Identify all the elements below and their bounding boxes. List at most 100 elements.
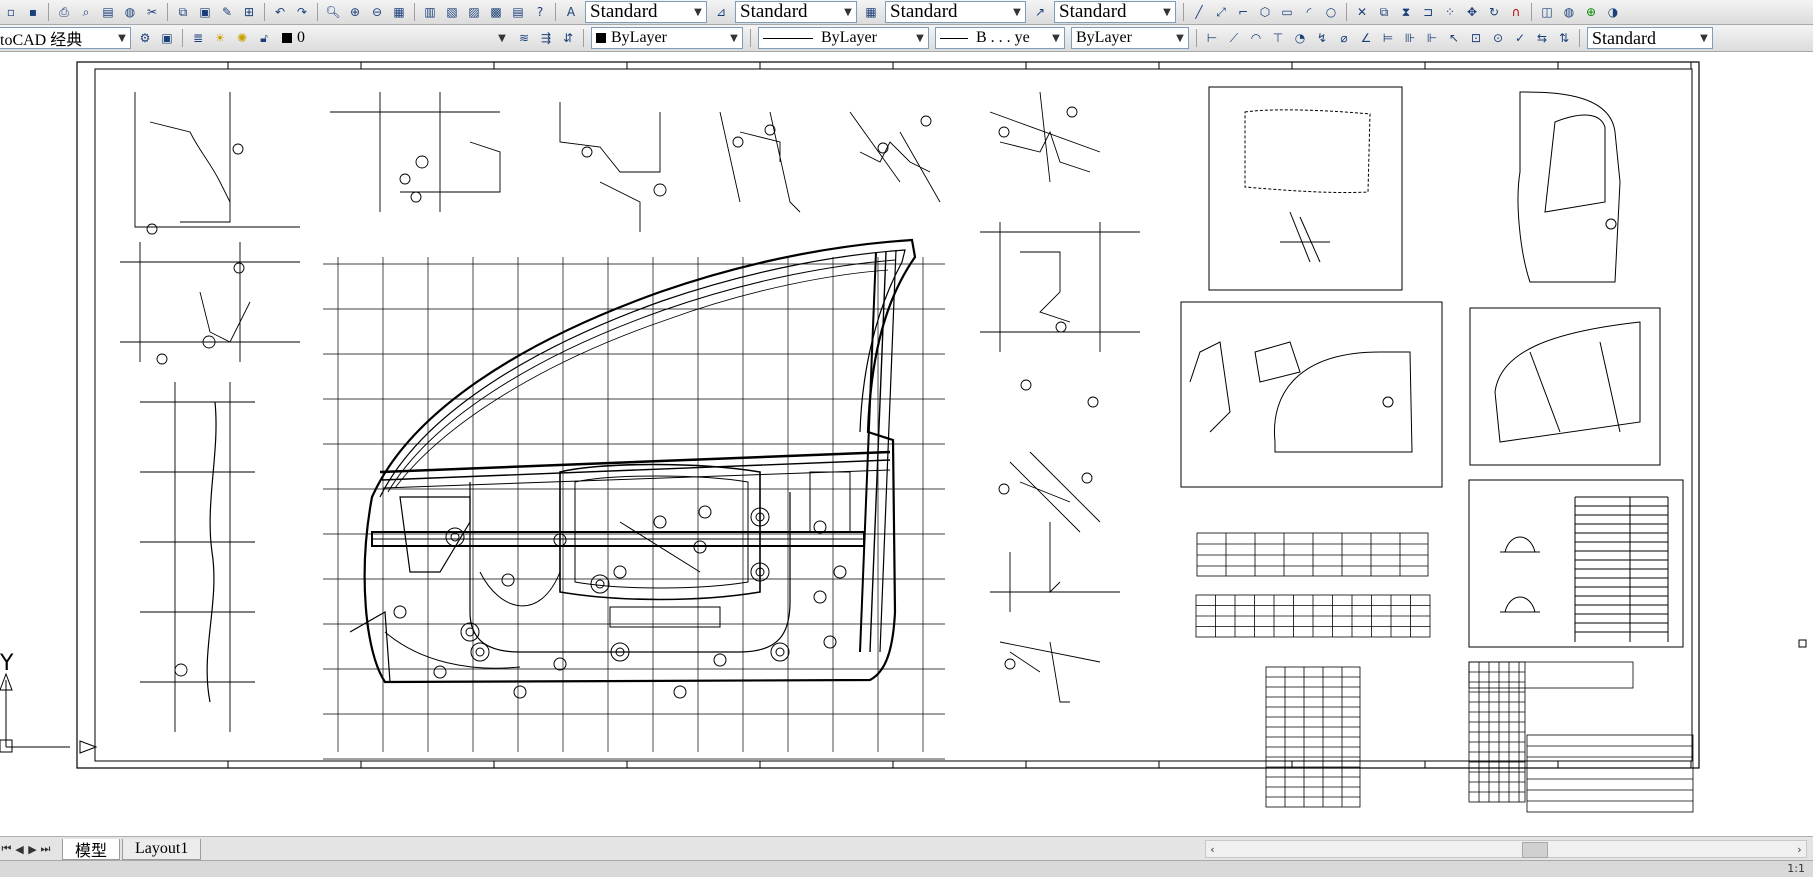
layer-combo[interactable]: 0 ▼ — [278, 28, 510, 48]
sheet-set-icon[interactable]: ▨ — [464, 2, 484, 22]
workspace-save-icon[interactable]: ▣ — [157, 28, 177, 48]
gear-icon[interactable]: ⚙ — [135, 28, 155, 48]
mleader-style-icon[interactable]: ↗ — [1030, 2, 1050, 22]
dimtedit-icon[interactable]: ⇆ — [1532, 28, 1552, 48]
horizontal-scrollbar[interactable]: ‹ › — [1205, 840, 1807, 858]
markup-icon[interactable]: ▩ — [486, 2, 506, 22]
scroll-right-icon[interactable]: › — [1793, 841, 1806, 857]
chevron-down-icon[interactable]: ▼ — [1048, 28, 1064, 48]
ordinate-icon[interactable]: ⊤ — [1268, 28, 1288, 48]
chevron-down-icon[interactable]: ▼ — [494, 28, 510, 48]
radius-icon[interactable]: ◔ — [1290, 28, 1310, 48]
qleader-icon[interactable]: ↖ — [1444, 28, 1464, 48]
help-icon[interactable]: ? — [530, 2, 550, 22]
lineweight-combo[interactable]: B . . . ye ▼ — [935, 27, 1065, 49]
quick-dim-icon[interactable]: ⊨ — [1378, 28, 1398, 48]
annotation-scale[interactable]: 1:1 — [1787, 862, 1805, 875]
chevron-down-icon[interactable]: ▼ — [1696, 28, 1712, 48]
first-tab-icon[interactable]: ⏮ — [0, 841, 13, 857]
dim-style-combo[interactable]: Standard ▼ — [735, 1, 857, 23]
chevron-down-icon[interactable]: ▼ — [726, 28, 742, 48]
table-style-combo[interactable]: Standard ▼ — [885, 1, 1026, 23]
baseline-icon[interactable]: ⊪ — [1400, 28, 1420, 48]
chevron-down-icon[interactable]: ▼ — [912, 28, 928, 48]
arc-length-icon[interactable]: ◠ — [1246, 28, 1266, 48]
new-icon[interactable]: ▫ — [1, 2, 21, 22]
dim-style-right-combo[interactable]: Standard ▼ — [1587, 27, 1713, 49]
copy-object-icon[interactable]: ⧉ — [1374, 2, 1394, 22]
angular-icon[interactable]: ∠ — [1356, 28, 1376, 48]
render-icon[interactable]: ◑ — [1603, 2, 1623, 22]
dimedit-icon[interactable]: ✓ — [1510, 28, 1530, 48]
circle-icon[interactable]: ○ — [1321, 2, 1341, 22]
mirror-icon[interactable]: ⧗ — [1396, 2, 1416, 22]
properties-icon[interactable]: ▦ — [389, 2, 409, 22]
chevron-down-icon[interactable]: ▼ — [1172, 28, 1188, 48]
update-icon[interactable]: ⇅ — [1554, 28, 1574, 48]
paste-icon[interactable]: ▣ — [195, 2, 215, 22]
tolerance-icon[interactable]: ⊡ — [1466, 28, 1486, 48]
chevron-down-icon[interactable]: ▼ — [690, 2, 706, 22]
prev-tab-icon[interactable]: ◀ — [13, 841, 26, 857]
dim-style-icon[interactable]: ⊿ — [711, 2, 731, 22]
save-icon[interactable]: ▪ — [23, 2, 43, 22]
linetype-combo[interactable]: ByLayer ▼ — [758, 27, 929, 49]
linear-dim-icon[interactable]: ⊢ — [1202, 28, 1222, 48]
chevron-down-icon[interactable]: ▼ — [114, 28, 130, 48]
lock-icon[interactable]: 🔓︎ — [254, 28, 274, 48]
mleader-style-combo[interactable]: Standard ▼ — [1054, 1, 1176, 23]
redo-icon[interactable]: ↷ — [292, 2, 312, 22]
array-icon[interactable]: ⁘ — [1440, 2, 1460, 22]
line-icon[interactable]: ╱ — [1189, 2, 1209, 22]
diameter-icon[interactable]: ⌀ — [1334, 28, 1354, 48]
center-mark-icon[interactable]: ⊙ — [1488, 28, 1508, 48]
aligned-dim-icon[interactable]: ⟋ — [1224, 28, 1244, 48]
next-tab-icon[interactable]: ▶ — [26, 841, 39, 857]
design-center-icon[interactable]: ▥ — [420, 2, 440, 22]
jogged-icon[interactable]: ↯ — [1312, 28, 1332, 48]
make-current-icon[interactable]: ≋ — [514, 28, 534, 48]
cut-icon[interactable]: ✂ — [142, 2, 162, 22]
chevron-down-icon[interactable]: ▼ — [1159, 2, 1175, 22]
zoom-window-icon[interactable]: ⊕ — [345, 2, 365, 22]
offset-icon[interactable]: ⊐ — [1418, 2, 1438, 22]
move-icon[interactable]: ✥ — [1462, 2, 1482, 22]
color-combo[interactable]: ByLayer ▼ — [591, 27, 743, 49]
scroll-thumb[interactable] — [1522, 842, 1548, 858]
scroll-left-icon[interactable]: ‹ — [1206, 841, 1219, 857]
text-style-combo[interactable]: Standard ▼ — [585, 1, 707, 23]
zoom-realtime-icon[interactable]: 🔍︎ — [323, 2, 343, 22]
preview-icon[interactable]: ⌕ — [76, 2, 96, 22]
workspace-combo[interactable]: toCAD 经典 ▼ — [0, 27, 131, 49]
xline-icon[interactable]: ⤢ — [1211, 2, 1231, 22]
globe-icon[interactable]: ◍ — [1559, 2, 1579, 22]
undo-icon[interactable]: ↶ — [270, 2, 290, 22]
tool-palettes-icon[interactable]: ▧ — [442, 2, 462, 22]
rectangle-icon[interactable]: ▭ — [1277, 2, 1297, 22]
quickcalc-icon[interactable]: ▤ — [508, 2, 528, 22]
table-style-icon[interactable]: ▦ — [861, 2, 881, 22]
3d-dwf-icon[interactable]: ◍ — [120, 2, 140, 22]
tab-model[interactable]: 模型 — [62, 838, 121, 860]
lightbulb-icon[interactable]: ☀ — [210, 28, 230, 48]
arc-icon[interactable]: ◜ — [1299, 2, 1319, 22]
polygon-icon[interactable]: ⬡ — [1255, 2, 1275, 22]
last-tab-icon[interactable]: ⏭ — [39, 841, 52, 857]
sun-icon[interactable]: ✺ — [232, 28, 252, 48]
view-icon[interactable]: ◫ — [1537, 2, 1557, 22]
layer-states-icon[interactable]: ⇵ — [558, 28, 578, 48]
print-icon[interactable]: ⎙ — [54, 2, 74, 22]
chevron-down-icon[interactable]: ▼ — [1009, 2, 1025, 22]
layer-add-icon[interactable]: ⊕ — [1581, 2, 1601, 22]
polyline-icon[interactable]: ⌐ — [1233, 2, 1253, 22]
copy-icon[interactable]: ⧉ — [173, 2, 193, 22]
layer-manager-icon[interactable]: ≣ — [188, 28, 208, 48]
drawing-canvas[interactable]: Y — [0, 52, 1813, 836]
erase-icon[interactable]: ✕ — [1352, 2, 1372, 22]
chevron-down-icon[interactable]: ▼ — [840, 2, 856, 22]
zoom-previous-icon[interactable]: ⊖ — [367, 2, 387, 22]
magnet-icon[interactable]: ∩ — [1506, 2, 1526, 22]
layer-previous-icon[interactable]: ⇶ — [536, 28, 556, 48]
block-editor-icon[interactable]: ⊞ — [239, 2, 259, 22]
tab-layout1[interactable]: Layout1 — [122, 838, 202, 860]
